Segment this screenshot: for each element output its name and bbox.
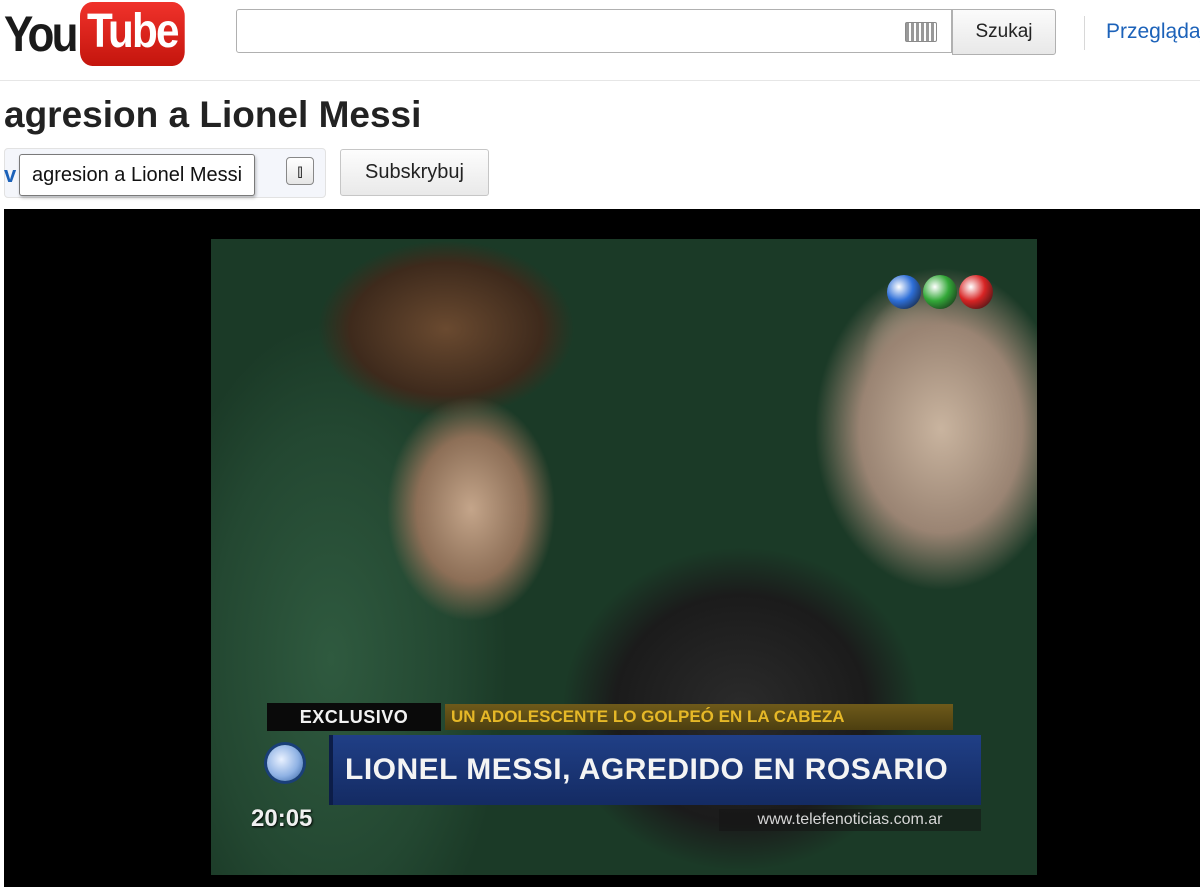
- logo-you-text: You: [4, 6, 79, 62]
- search-box: [236, 9, 952, 53]
- video-title: agresion a Lionel Messi: [4, 94, 422, 135]
- logo-tube-text: Tube: [79, 2, 185, 66]
- channel-name-link[interactable]: v: [4, 162, 16, 188]
- header-divider: [1084, 16, 1085, 50]
- broadcast-clock: 20:05: [251, 805, 313, 832]
- logo-dot-blue: [887, 275, 921, 309]
- broadcaster-logo: [887, 275, 993, 309]
- video-frame[interactable]: EXCLUSIVO UN ADOLESCENTE LO GOLPEÓ EN LA…: [211, 239, 1037, 875]
- search-button[interactable]: Szukaj: [952, 9, 1056, 55]
- keyboard-icon[interactable]: [905, 22, 937, 42]
- news-subheadline: UN ADOLESCENTE LO GOLPEÓ EN LA CABEZA: [445, 704, 953, 730]
- logo-dot-green: [923, 275, 957, 309]
- broadcaster-url: www.telefenoticias.com.ar: [719, 809, 981, 831]
- subscribe-button[interactable]: Subskrybuj: [340, 149, 489, 196]
- masthead: You Tube Szukaj Przeglądaj: [0, 0, 1200, 81]
- exclusive-tag: EXCLUSIVO: [267, 703, 441, 731]
- video-player[interactable]: EXCLUSIVO UN ADOLESCENTE LO GOLPEÓ EN LA…: [4, 209, 1200, 887]
- tooltip: agresion a Lionel Messi: [19, 154, 256, 196]
- youtube-logo[interactable]: You Tube: [4, 0, 199, 68]
- news-headline: LIONEL MESSI, AGREDIDO EN ROSARIO: [329, 735, 981, 805]
- search-input[interactable]: [243, 11, 897, 53]
- logo-dot-red: [959, 275, 993, 309]
- channel-badge-icon: [267, 745, 303, 781]
- browse-link[interactable]: Przeglądaj: [1106, 20, 1200, 44]
- double-chevron-down-icon[interactable]: ⫾: [286, 157, 314, 185]
